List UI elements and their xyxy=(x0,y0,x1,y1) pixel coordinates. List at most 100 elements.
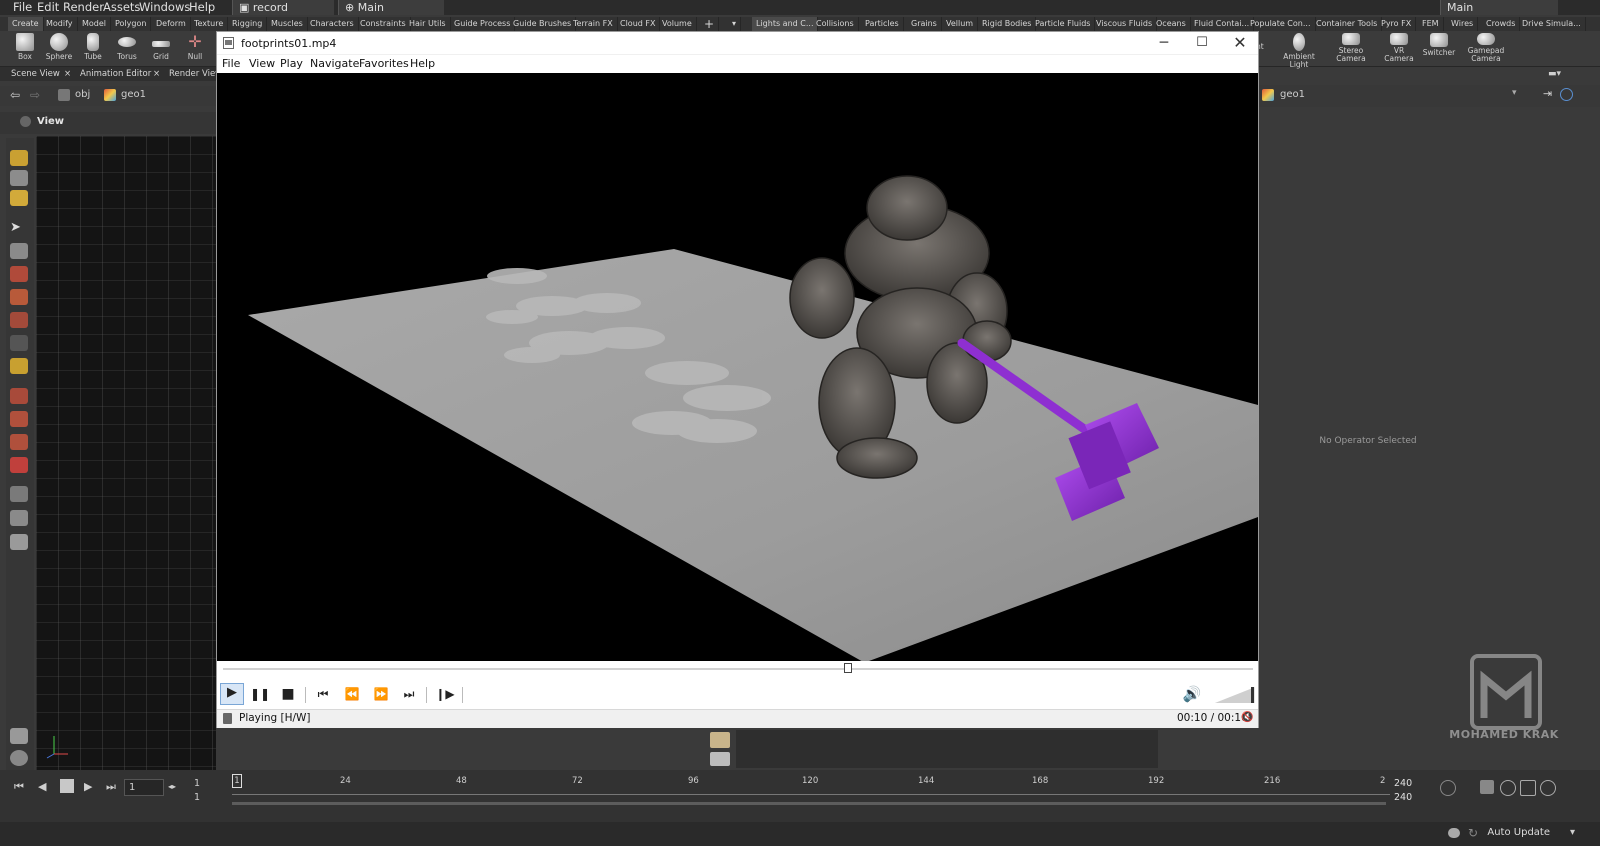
realtime-icon[interactable] xyxy=(1480,780,1494,794)
tab-fluid-containers[interactable]: Fluid Contai... xyxy=(1190,17,1255,31)
snap-icon[interactable] xyxy=(10,335,28,351)
tab-rigging[interactable]: Rigging xyxy=(228,17,268,31)
pin-icon[interactable]: ⇥ xyxy=(1543,87,1552,100)
player-menu-help[interactable]: Help xyxy=(410,57,435,70)
right-path-geo[interactable]: geo1 xyxy=(1280,89,1305,100)
link-icon[interactable] xyxy=(1560,88,1573,101)
menu-help[interactable]: Help xyxy=(189,0,215,14)
pause-icon[interactable]: ❚❚ xyxy=(249,685,271,703)
update-dropdown-icon[interactable]: ▾ xyxy=(1570,827,1575,838)
menu-windows[interactable]: Windows xyxy=(139,0,190,14)
start-frame-2[interactable]: 1 xyxy=(194,792,200,803)
tab-guide-process[interactable]: Guide Process xyxy=(450,17,516,31)
frame-step-icon[interactable]: ❙▶ xyxy=(434,685,456,703)
range-slider[interactable] xyxy=(232,802,1386,805)
tool-vr-camera[interactable]: VR Camera xyxy=(1382,33,1416,63)
desktop-select[interactable]: ▣ record xyxy=(232,0,334,15)
rewind-icon[interactable]: ⏪ xyxy=(341,685,363,703)
timeline-playhead[interactable]: 1 xyxy=(232,774,242,788)
close-icon[interactable]: ✕ xyxy=(1217,32,1263,54)
handle-tool-icon[interactable] xyxy=(10,150,28,166)
grid-snap-icon[interactable] xyxy=(10,388,28,404)
tool-stereo-camera[interactable]: Stereo Camera xyxy=(1334,33,1368,63)
stop-icon[interactable]: ■ xyxy=(277,685,299,703)
grid-view-icon[interactable] xyxy=(710,732,730,748)
tab-rigid-bodies[interactable]: Rigid Bodies xyxy=(978,17,1037,31)
tab-model[interactable]: Model xyxy=(78,17,112,31)
path-dropdown-icon[interactable]: ▾ xyxy=(1512,88,1517,98)
magnet-icon[interactable] xyxy=(10,457,28,473)
tab-viscous-fluids[interactable]: Viscous Fluids xyxy=(1092,17,1158,31)
play-icon[interactable]: ▶ xyxy=(220,683,244,705)
light-icon[interactable] xyxy=(10,534,28,550)
brush-icon[interactable] xyxy=(10,358,28,374)
seek-track[interactable] xyxy=(223,668,1253,670)
tab-lights-and-cameras[interactable]: Lights and C... xyxy=(752,17,819,31)
global-anim-icon[interactable] xyxy=(1500,780,1516,796)
camera-icon[interactable] xyxy=(10,510,28,526)
display-options-icon[interactable] xyxy=(10,728,28,744)
tool-sphere[interactable]: Sphere xyxy=(42,33,76,61)
volume-icon[interactable]: 🔊 xyxy=(1181,685,1203,703)
tab-grains[interactable]: Grains xyxy=(907,17,942,31)
jump-start-icon[interactable]: ⏮ xyxy=(14,780,24,794)
player-menu-favorites[interactable]: Favorites xyxy=(359,57,409,70)
current-frame-field[interactable]: 1 xyxy=(124,779,164,796)
tab-pyro-fx[interactable]: Pyro FX xyxy=(1377,17,1417,31)
chat-icon[interactable] xyxy=(1448,828,1460,838)
fast-forward-icon[interactable]: ⏩ xyxy=(370,685,392,703)
tab-oceans[interactable]: Oceans xyxy=(1152,17,1191,31)
skip-forward-icon[interactable]: ⏭ xyxy=(398,685,420,703)
tab-characters[interactable]: Characters xyxy=(306,17,359,31)
tool-box[interactable]: Box xyxy=(8,33,42,61)
audio-icon[interactable] xyxy=(1540,780,1556,796)
player-menu-file[interactable]: File xyxy=(222,57,240,70)
menu-render[interactable]: Render xyxy=(63,0,104,14)
main-select[interactable]: ⊕ Main xyxy=(338,0,444,15)
tab-populate-containers[interactable]: Populate Con... xyxy=(1246,17,1316,31)
tab-scene-view[interactable]: Scene View xyxy=(11,67,60,81)
refresh-icon[interactable]: ↻ xyxy=(1468,826,1478,840)
back-arrow-icon[interactable]: ⇦ xyxy=(10,88,20,102)
forward-arrow-icon[interactable]: ⇨ xyxy=(30,88,40,102)
jump-end-icon[interactable]: ⏭ xyxy=(106,780,116,794)
settings-icon[interactable] xyxy=(10,486,28,502)
skip-back-icon[interactable]: ⏮ xyxy=(312,685,334,703)
tab-crowds[interactable]: Crowds xyxy=(1482,17,1521,31)
key-icon[interactable] xyxy=(1440,780,1456,796)
play-reverse-icon[interactable]: ◀ xyxy=(38,780,46,793)
play-forward-icon[interactable]: ▶ xyxy=(84,780,92,793)
tab-drive-simulation[interactable]: Drive Simula... xyxy=(1518,17,1586,31)
scale-tool-icon[interactable] xyxy=(10,312,28,328)
tab-particle-fluids[interactable]: Particle Fluids xyxy=(1031,17,1096,31)
view-tool-icon[interactable] xyxy=(10,170,28,186)
start-frame[interactable]: 1 xyxy=(194,778,200,789)
tool-grid[interactable]: Grid xyxy=(144,33,178,61)
tab-particles[interactable]: Particles xyxy=(861,17,904,31)
player-menu-play[interactable]: Play xyxy=(280,57,303,70)
scene-viewport[interactable] xyxy=(36,136,216,770)
tab-vellum[interactable]: Vellum xyxy=(942,17,979,31)
tool-tube[interactable]: Tube xyxy=(76,33,110,61)
tab-terrain-fx[interactable]: Terrain FX xyxy=(569,17,618,31)
player-titlebar[interactable]: footprints01.mp4 ─ ☐ ✕ xyxy=(217,32,1258,54)
tab-muscles[interactable]: Muscles xyxy=(267,17,308,31)
tool-ambient-light[interactable]: Ambient Light xyxy=(1276,33,1322,69)
tab-cloud-fx[interactable]: Cloud FX xyxy=(616,17,661,31)
tab-fem[interactable]: FEM xyxy=(1418,17,1444,31)
mute-icon[interactable]: 🔇 xyxy=(1241,712,1253,723)
menu-assets[interactable]: Assets xyxy=(103,0,140,14)
tab-constraints[interactable]: Constraints xyxy=(356,17,411,31)
snapshot-icon[interactable] xyxy=(710,752,730,766)
shelf-tabs-dropdown-icon[interactable]: ▾ xyxy=(728,17,742,31)
tab-hair-utils[interactable]: Hair Utils xyxy=(405,17,451,31)
close-tab-icon[interactable]: × xyxy=(153,67,160,81)
tab-modify[interactable]: Modify xyxy=(42,17,78,31)
seek-thumb[interactable] xyxy=(844,663,853,673)
tab-deform[interactable]: Deform xyxy=(152,17,191,31)
tool-gamepad-camera[interactable]: Gamepad Camera xyxy=(1466,33,1506,63)
menu-file[interactable]: File xyxy=(13,0,32,14)
tab-render-view[interactable]: Render View xyxy=(169,67,222,81)
player-menu-view[interactable]: View xyxy=(249,57,275,70)
auto-update-label[interactable]: Auto Update xyxy=(1487,827,1550,838)
